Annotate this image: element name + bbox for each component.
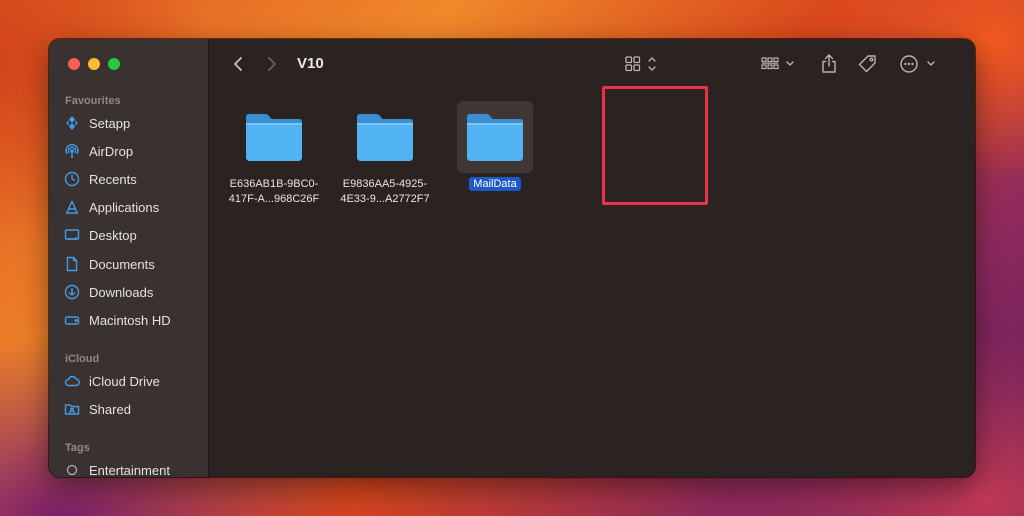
- setapp-icon: [63, 114, 81, 132]
- tag-button[interactable]: [854, 51, 880, 77]
- more-actions-button[interactable]: [897, 52, 939, 76]
- sidebar-item-label: Entertainment: [89, 462, 170, 478]
- sidebar-item-documents[interactable]: Documents: [63, 253, 155, 275]
- folder-name: E9836AA5-4925- 4E33-9...A2772F7: [340, 178, 430, 205]
- zoom-button[interactable]: [108, 58, 120, 70]
- ellipsis-circle-icon: [900, 55, 935, 73]
- folder-icon: [246, 114, 302, 161]
- sidebar-item-label: Macintosh HD: [89, 312, 171, 328]
- sidebar-item-icloud-drive[interactable]: iCloud Drive: [63, 370, 160, 392]
- view-mode-button[interactable]: [622, 53, 662, 75]
- desktop-icon: [63, 226, 81, 244]
- toolbar: V10: [209, 39, 975, 91]
- download-icon: [63, 283, 81, 301]
- sidebar-item-label: AirDrop: [89, 143, 134, 159]
- minimize-button[interactable]: [88, 58, 100, 70]
- highlight-box: [602, 86, 708, 205]
- shared-folder-icon: [63, 400, 81, 418]
- forward-button[interactable]: [261, 53, 283, 75]
- sidebar-item-macintosh-hd[interactable]: Macintosh HD: [63, 309, 171, 331]
- path-title: V10: [297, 55, 324, 72]
- folder-icon-wrap: [236, 101, 312, 173]
- folder-item-selected[interactable]: MailData: [439, 101, 551, 192]
- sidebar-item-desktop[interactable]: Desktop: [63, 224, 137, 246]
- chevron-left-icon: [234, 57, 242, 71]
- sidebar-section-icloud: iCloud: [65, 353, 100, 365]
- icon-grid-view-icon: [625, 56, 656, 72]
- folder-item[interactable]: E636AB1B-9BC0- 417F-A...968C26F: [218, 101, 330, 207]
- group-button[interactable]: [758, 53, 802, 75]
- sidebar-item-label: iCloud Drive: [89, 373, 160, 389]
- sidebar-item-recents[interactable]: Recents: [63, 168, 137, 190]
- sidebar-item-label: Applications: [89, 199, 160, 215]
- airdrop-icon: [63, 142, 81, 160]
- share-button[interactable]: [816, 51, 842, 77]
- sidebar-item-label: Shared: [89, 401, 131, 417]
- finder-window: Favourites Setapp AirDrop Recents Applic…: [49, 39, 975, 477]
- folder-icon: [467, 114, 523, 161]
- folder-name: MailData: [439, 177, 551, 192]
- folder-item[interactable]: E9836AA5-4925- 4E33-9...A2772F7: [329, 101, 441, 207]
- tag-icon: [858, 55, 876, 73]
- sidebar-item-applications[interactable]: Applications: [63, 196, 159, 218]
- sidebar-item-label: Desktop: [89, 227, 137, 243]
- sidebar-item-airdrop[interactable]: AirDrop: [63, 140, 133, 162]
- group-view-icon: [761, 57, 794, 70]
- main-content: V10 E636AB1B-9BC0- 417F-A...968C26F E983…: [209, 39, 975, 477]
- sidebar-section-favourites: Favourites: [65, 95, 121, 107]
- window-controls: [68, 58, 120, 70]
- applications-icon: [63, 198, 81, 216]
- close-button[interactable]: [68, 58, 80, 70]
- disk-icon: [63, 311, 81, 329]
- sidebar-item-shared[interactable]: Shared: [63, 398, 131, 420]
- sidebar-item-setapp[interactable]: Setapp: [63, 112, 130, 134]
- sidebar-item-downloads[interactable]: Downloads: [63, 281, 153, 303]
- sidebar-item-label: Recents: [89, 171, 137, 187]
- sidebar-item-tag-entertainment[interactable]: Entertainment: [63, 459, 170, 477]
- folder-name: E636AB1B-9BC0- 417F-A...968C26F: [228, 178, 320, 205]
- document-icon: [63, 255, 81, 273]
- tag-circle-icon: [63, 461, 81, 477]
- folder-icon: [357, 114, 413, 161]
- sidebar-item-label: Documents: [89, 256, 155, 272]
- chevron-right-icon: [268, 57, 276, 71]
- folder-icon-wrap: [347, 101, 423, 173]
- folder-icon-wrap: [457, 101, 533, 173]
- cloud-icon: [63, 372, 81, 390]
- sidebar: Favourites Setapp AirDrop Recents Applic…: [49, 39, 209, 477]
- sidebar-item-label: Downloads: [89, 284, 154, 300]
- share-icon: [822, 54, 836, 73]
- sidebar-item-label: Setapp: [89, 115, 131, 131]
- sidebar-section-tags: Tags: [65, 442, 90, 454]
- clock-icon: [63, 170, 81, 188]
- back-button[interactable]: [227, 53, 249, 75]
